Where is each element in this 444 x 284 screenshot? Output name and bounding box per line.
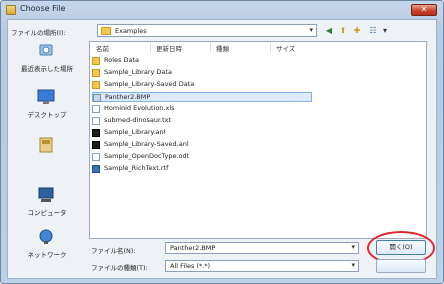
file-name: Sample_Library-Saved Data [104,80,195,88]
place-label: デスクトップ [27,111,67,119]
list-item[interactable]: Sample_Library-Saved Data [92,80,312,90]
network-icon [37,229,55,245]
computer-icon [37,187,55,203]
desktop-icon [37,89,55,105]
place-desktop[interactable]: デスクトップ [11,89,83,129]
lookin-value: Examples [115,27,147,35]
filename-input[interactable]: Panther2.BMP ▾ [165,242,359,254]
file-list[interactable]: 名前 更新日時 種類 サイズ Roles Data Sample_Library… [89,41,427,239]
place-label: コンピュータ [27,209,67,217]
list-item[interactable]: Sample_Library-Saved.anl [92,140,312,150]
lookin-label: ファイルの場所(I): [11,29,66,37]
new-folder-icon[interactable]: ✚ [351,25,363,37]
list-item[interactable]: Sample_Library Data [92,68,312,78]
list-item[interactable]: Hominid Evolution.xls [92,104,312,114]
file-name: Panther2.BMP [105,93,151,101]
back-arrow-icon[interactable]: ◀ [323,25,335,37]
title-bar[interactable]: Choose File ✕ [3,3,441,17]
column-header-name[interactable]: 名前 [96,43,109,53]
list-item[interactable]: Roles Data [92,56,312,66]
filetype-dropdown[interactable]: All Files (*.*) ▾ [165,260,359,272]
view-menu-icon[interactable]: ☷ [367,25,379,37]
filename-label: ファイル名(N): [91,247,136,255]
chevron-down-icon[interactable]: ▾ [351,243,355,251]
place-network[interactable]: ネットワーク [11,229,83,269]
navigation-toolbar: ◀ ⬆ ✚ ☷ ▾ [323,25,423,37]
column-header-date[interactable]: 更新日時 [156,43,182,53]
place-recent[interactable]: 最近表示した場所 [11,43,83,83]
window-title: Choose File [20,4,66,13]
close-button[interactable]: ✕ [411,4,437,16]
column-header-type[interactable]: 種類 [216,43,229,53]
list-item[interactable]: Sample_Library.anl [92,128,312,138]
file-name: Sample_Library Data [104,68,172,76]
column-header-size[interactable]: サイズ [276,43,295,53]
place-label: ネットワーク [27,251,67,259]
folder-icon [92,69,100,77]
choose-file-dialog: Choose File ✕ ファイルの場所(I): Examples ▾ ◀ ⬆… [0,0,444,284]
lookin-dropdown[interactable]: Examples ▾ [97,24,317,37]
text-file-icon [92,117,100,125]
file-name: Sample_OpenDocType.odt [104,152,190,160]
document-file-icon [92,153,100,161]
file-name: Sample_RichText.rtf [104,164,169,172]
recent-places-icon [37,43,55,59]
folder-icon [6,5,16,15]
folder-icon [101,27,111,35]
folder-icon [92,81,100,89]
column-divider[interactable] [210,42,211,52]
file-name: Roles Data [104,56,139,64]
file-name: submed-dinosaur.txt [104,116,172,124]
chevron-down-icon[interactable]: ▾ [379,25,391,37]
file-name: Hominid Evolution.xls [104,104,175,112]
list-item[interactable]: Sample_OpenDocType.odt [92,152,312,162]
place-label: 最近表示した場所 [21,65,73,73]
list-item[interactable]: Sample_RichText.rtf [92,164,312,174]
filename-value: Panther2.BMP [170,244,216,252]
chevron-down-icon: ▾ [309,26,313,34]
cancel-button[interactable] [376,259,426,273]
list-item-selected[interactable]: Panther2.BMP [92,92,312,102]
spreadsheet-file-icon [92,105,100,113]
chevron-down-icon: ▾ [351,261,355,269]
place-libraries[interactable] [11,137,83,177]
filetype-value: All Files (*.*) [170,262,211,270]
list-item[interactable]: submed-dinosaur.txt [92,116,312,126]
column-divider[interactable] [150,42,151,52]
up-folder-icon[interactable]: ⬆ [337,25,349,37]
bitmap-file-icon [93,94,101,102]
richtext-file-icon [92,165,100,173]
file-name: Sample_Library.anl [104,128,166,136]
libraries-icon [37,137,55,153]
analysis-file-icon [92,129,100,137]
place-computer[interactable]: コンピュータ [11,187,83,227]
folder-icon [92,57,100,65]
file-name: Sample_Library-Saved.anl [104,140,189,148]
analysis-file-icon [92,141,100,149]
filetype-label: ファイルの種類(T): [91,264,148,272]
column-divider[interactable] [270,42,271,52]
places-bar: 最近表示した場所 デスクトップ コンピュータ ネットワーク [11,41,83,273]
